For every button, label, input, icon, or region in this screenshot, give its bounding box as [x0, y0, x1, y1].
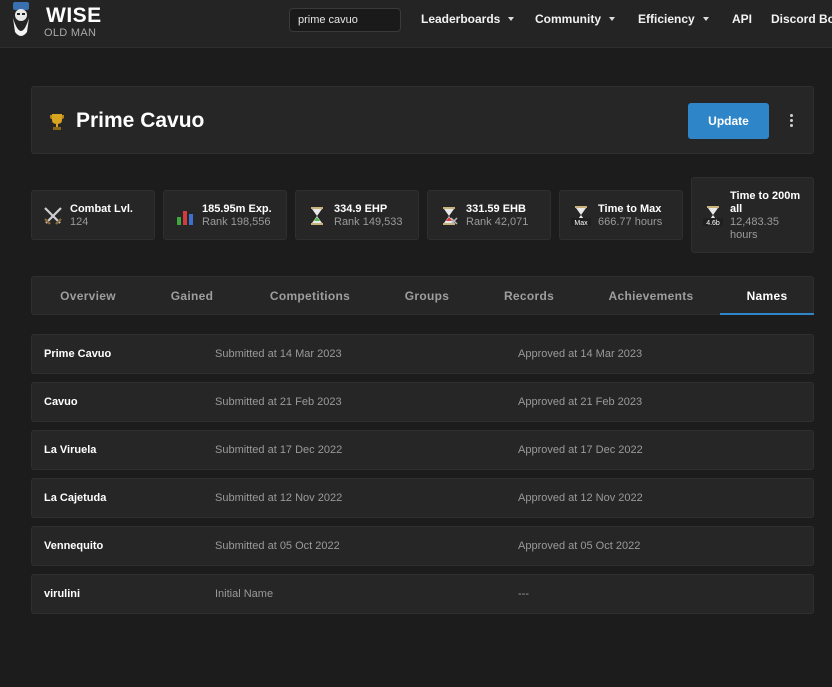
chevron-down-icon	[508, 17, 515, 21]
name-change-submitted: Submitted at 05 Oct 2022	[215, 540, 340, 552]
tab-competitions[interactable]: Competitions	[240, 277, 380, 315]
name-change-row: La Cajetuda Submitted at 12 Nov 2022 App…	[31, 478, 814, 518]
more-options-icon[interactable]	[785, 112, 797, 130]
stat-title: 331.59 EHB	[466, 203, 526, 215]
profile-tabs: Overview Gained Competitions Groups Reco…	[31, 276, 814, 315]
logo[interactable]: WISE OLD MAN	[8, 2, 108, 44]
name-change-approved: Approved at 17 Dec 2022	[518, 444, 643, 456]
hourglass-200m-icon: 4.6b	[703, 206, 723, 227]
name-change-submitted: Submitted at 14 Mar 2023	[215, 348, 342, 360]
name-change-row: virulini Initial Name ---	[31, 574, 814, 614]
nav-efficiency-label: Efficiency	[638, 12, 695, 26]
name-change-name: Prime Cavuo	[44, 348, 112, 360]
nav-leaderboards-label: Leaderboards	[421, 12, 501, 26]
name-change-submitted: Submitted at 12 Nov 2022	[215, 492, 343, 504]
nav-discord-bot-label: Discord Bot	[771, 12, 832, 26]
stat-title: Time to Max	[598, 203, 662, 215]
tab-names[interactable]: Names	[720, 277, 814, 315]
hourglass-icon	[311, 207, 323, 225]
stat-value: 124	[70, 216, 89, 228]
wise-old-man-logo-icon	[13, 2, 29, 36]
name-change-approved: Approved at 21 Feb 2023	[518, 396, 643, 408]
hourglass-max-icon: Max	[571, 206, 591, 227]
stat-title-line1: Time to 200m	[730, 190, 801, 202]
name-change-submitted: Initial Name	[215, 588, 274, 600]
tab-overview[interactable]: Overview	[32, 277, 144, 315]
tab-groups[interactable]: Groups	[380, 277, 474, 315]
nav-community[interactable]: Community	[535, 12, 615, 26]
name-change-name: La Cajetuda	[44, 492, 107, 504]
stat-card-ehp: 334.9 EHP Rank 149,533	[295, 190, 419, 240]
nav-community-label: Community	[535, 12, 601, 26]
stat-value-line2: hours	[730, 229, 758, 241]
bar-chart-icon	[177, 211, 193, 225]
stat-title: 185.95m Exp.	[202, 203, 272, 215]
tab-gained[interactable]: Gained	[144, 277, 240, 315]
name-change-submitted: Submitted at 17 Dec 2022	[215, 444, 343, 456]
name-change-name: virulini	[44, 588, 81, 600]
stat-rank: Rank 149,533	[334, 216, 403, 228]
nav-leaderboards[interactable]: Leaderboards	[421, 12, 515, 26]
max-badge-text: Max	[574, 220, 588, 227]
stat-card-exp: 185.95m Exp. Rank 198,556	[163, 190, 287, 240]
tab-records[interactable]: Records	[474, 277, 584, 315]
nav-api-label: API	[732, 12, 753, 26]
200m-badge-text: 4.6b	[706, 220, 720, 227]
nav-api[interactable]: API	[732, 12, 752, 26]
stat-card-time-to-200m: 4.6b Time to 200m all 12,483.35 hours	[691, 177, 814, 253]
name-change-approved: Approved at 12 Nov 2022	[518, 492, 643, 504]
stat-card-time-to-max: Max Time to Max 666.77 hours	[559, 190, 683, 240]
name-change-row: Vennequito Submitted at 05 Oct 2022 Appr…	[31, 526, 814, 566]
stat-value-line1: 12,483.35	[730, 216, 779, 228]
name-change-submitted: Submitted at 21 Feb 2023	[215, 396, 342, 408]
stat-value: 666.77 hours	[598, 216, 663, 228]
trophy-icon	[50, 114, 64, 130]
nav-discord-bot[interactable]: Discord Bot	[771, 12, 832, 26]
name-change-row: La Viruela Submitted at 17 Dec 2022 Appr…	[31, 430, 814, 470]
stat-card-combat: Combat Lvl. 124	[31, 190, 155, 240]
crossed-swords-icon	[44, 207, 62, 225]
chevron-down-icon	[702, 17, 709, 21]
name-change-approved: ---	[518, 588, 529, 600]
name-change-name: La Viruela	[44, 444, 97, 456]
stat-title: Combat Lvl.	[70, 203, 133, 215]
player-header: Prime Cavuo Update	[31, 86, 814, 154]
stat-rank: Rank 198,556	[202, 216, 271, 228]
stat-title: 334.9 EHP	[334, 203, 388, 215]
top-navbar: WISE OLD MAN Leaderboards Community Effi…	[0, 0, 832, 48]
stat-rank: Rank 42,071	[466, 216, 529, 228]
name-change-approved: Approved at 05 Oct 2022	[518, 540, 641, 552]
logo-subtitle: OLD MAN	[44, 27, 97, 39]
name-change-name: Cavuo	[44, 396, 78, 408]
logo-title: WISE	[46, 4, 102, 27]
name-change-row: Cavuo Submitted at 21 Feb 2023 Approved …	[31, 382, 814, 422]
tab-achievements[interactable]: Achievements	[584, 277, 718, 315]
chevron-down-icon	[609, 17, 615, 21]
name-change-approved: Approved at 14 Mar 2023	[518, 348, 643, 360]
nav-efficiency[interactable]: Efficiency	[638, 12, 709, 26]
hourglass-boss-icon	[443, 207, 458, 225]
name-change-row: Prime Cavuo Submitted at 14 Mar 2023 App…	[31, 334, 814, 374]
stat-card-ehb: 331.59 EHB Rank 42,071	[427, 190, 551, 240]
update-button[interactable]: Update	[688, 103, 769, 139]
stat-title-line2: all	[730, 203, 743, 215]
player-name: Prime Cavuo	[76, 109, 205, 132]
name-change-name: Vennequito	[44, 540, 104, 552]
player-search-input[interactable]	[289, 8, 401, 32]
